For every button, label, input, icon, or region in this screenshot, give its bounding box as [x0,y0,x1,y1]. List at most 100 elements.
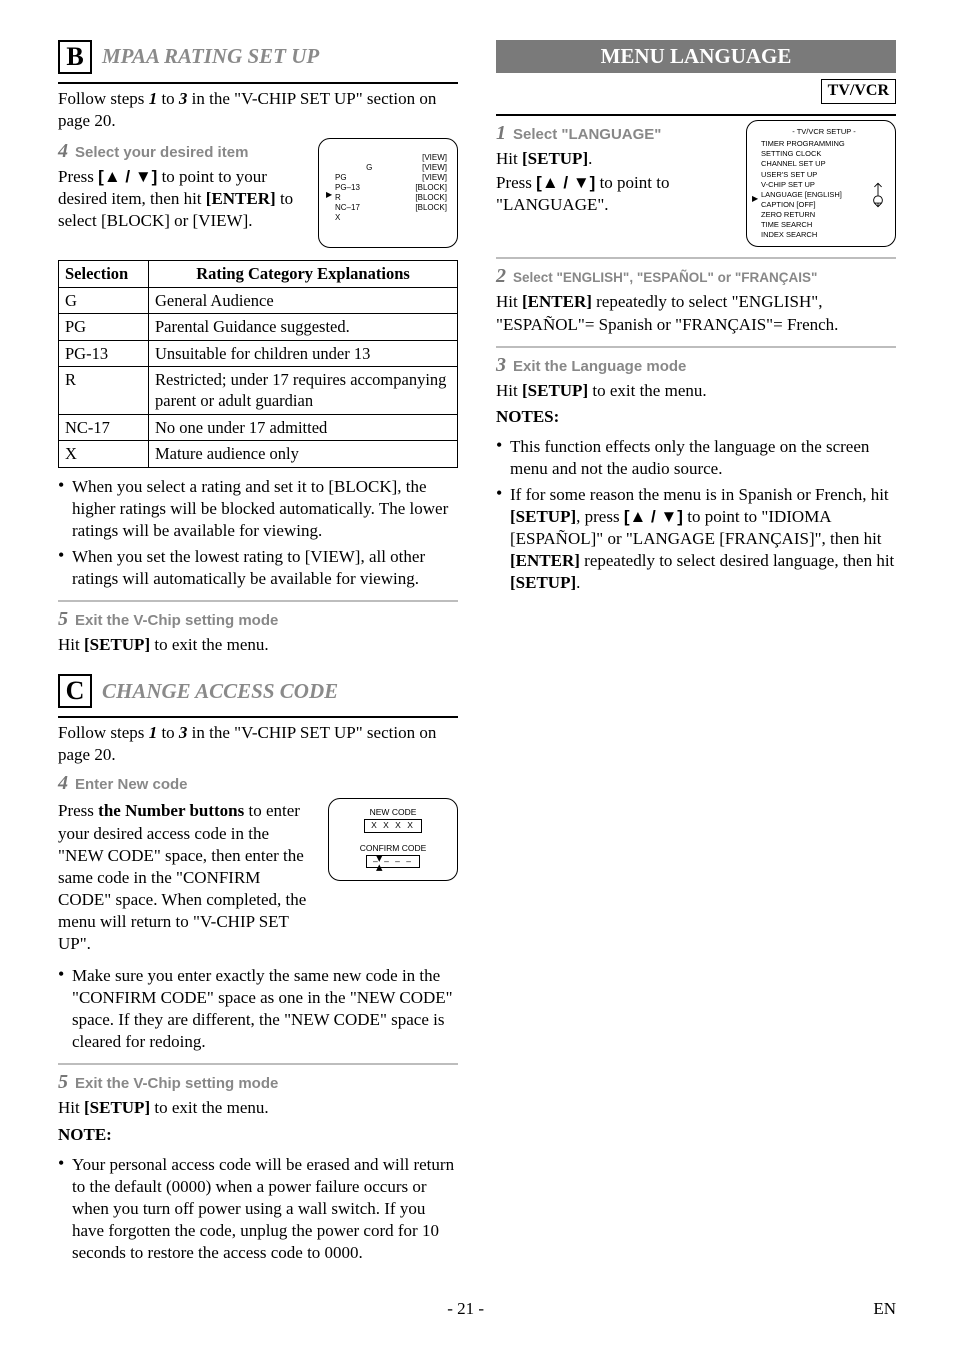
bullet-list: When you select a rating and set it to [… [58,476,458,590]
cell: X [59,441,149,467]
divider [496,346,896,348]
r-step-2-label: 2 Select "ENGLISH", "ESPAÑOL" or "FRANÇA… [496,263,896,289]
section-c-header: C CHANGE ACCESS CODE [58,674,458,708]
step-number: 1 [496,120,506,146]
step-number: 5 [58,1069,68,1095]
cell: PG-13 [59,340,149,366]
step-number: 4 [58,138,68,164]
section-b-title: MPAA RATING SET UP [102,43,319,70]
r-step-2-body: Hit [ENTER] repeatedly to select "ENGLIS… [496,291,896,335]
tvvcr-row: TV/VCR [496,79,896,104]
divider [58,1063,458,1065]
table-row: PGParental Guidance suggested. [59,314,458,340]
page: B MPAA RATING SET UP Follow steps 1 to 3… [58,40,896,1320]
text: . [576,573,580,592]
rating-table: Selection Rating Category Explanations G… [58,260,458,468]
c-step-5-label: 5 Exit the V-Chip setting mode [58,1069,458,1095]
divider [496,257,896,259]
list-item: This function effects only the language … [496,436,896,480]
c-step-4-row: Press the Number buttons to enter your d… [58,798,458,957]
text: If for some reason the menu is in Spanis… [510,485,889,504]
cell: Mature audience only [149,441,458,467]
step-ref: 1 [149,723,158,742]
osd-menu-item: SETTING CLOCK [761,149,887,159]
c-step-4-text: Press the Number buttons to enter your d… [58,798,314,957]
page-footer: - 21 - EN [58,1298,896,1320]
table-header-row: Selection Rating Category Explanations [59,261,458,287]
section-letter-c: C [58,674,92,708]
list-item: Make sure you enter exactly the same new… [58,965,458,1053]
confirm-code-value: ▾ – – – – ▴ [366,855,420,868]
setup-key: [SETUP] [522,149,588,168]
text: Hit [496,149,522,168]
enter-key: [ENTER] [510,551,580,570]
table-row: NC-17No one under 17 admitted [59,414,458,440]
arrow-keys: [▲ / ▼] [536,173,595,192]
osd-menu-item: TIME SEARCH [761,220,887,230]
c-step-5-body: Hit [SETUP] to exit the menu. [58,1097,458,1119]
section-c-intro: Follow steps 1 to 3 in the "V-CHIP SET U… [58,722,458,766]
step-5-body: Hit [SETUP] to exit the menu. [58,634,458,656]
setup-key: [SETUP] [522,381,588,400]
col-explanation: Rating Category Explanations [149,261,458,287]
text: to exit the menu. [150,635,269,654]
text: to exit the menu. [150,1098,269,1117]
enter-key: [ENTER] [206,189,276,208]
r-step-1-body-b: Press [▲ / ▼] to point to "LANGUAGE". [496,172,732,216]
step-caption: Select your desired item [75,143,248,163]
table-row: XMature audience only [59,441,458,467]
list-item: If for some reason the menu is in Spanis… [496,484,896,594]
osd-rating-box: ▶G PG PG–13 R NC–17 X [VIEW] [VIEW] [VIE… [318,138,458,248]
cell: No one under 17 admitted [149,414,458,440]
step-4-label: 4 Select your desired item [58,138,304,164]
enter-key: [ENTER] [522,292,592,311]
text: Hit [58,1098,84,1117]
table-row: GGeneral Audience [59,287,458,313]
text: to exit the menu. [588,381,707,400]
osd-rating-right: [VIEW] [VIEW] [VIEW] [BLOCK] [BLOCK] [BL… [415,153,447,233]
step-4-body: Press [▲ / ▼] to point to your desired i… [58,166,304,232]
osd-menu-item: INDEX SEARCH [761,230,887,240]
step-caption: Select "LANGUAGE" [513,125,661,145]
left-column: B MPAA RATING SET UP Follow steps 1 to 3… [58,40,458,1268]
text: Press [58,801,98,820]
text: Follow steps [58,723,149,742]
osd-menu-title: - TV/VCR SETUP - [761,127,887,137]
cell: Parental Guidance suggested. [149,314,458,340]
step-4-row: 4 Select your desired item Press [▲ / ▼]… [58,138,458,248]
c-step-4-body: Press the Number buttons to enter your d… [58,800,314,955]
r-step-1-row: 1 Select "LANGUAGE" Hit [SETUP]. Press [… [496,120,896,247]
text: Press [496,173,536,192]
bullet-list: Your personal access code will be erased… [58,1154,458,1264]
new-code-label: NEW CODE [339,807,447,818]
notes-heading: NOTES: [496,406,896,428]
cell: G [59,287,149,313]
r-step-3-label: 3 Exit the Language mode [496,352,896,378]
right-column: MENU LANGUAGE TV/VCR 1 Select "LANGUAGE"… [496,40,896,1268]
setup-key: [SETUP] [510,573,576,592]
osd-menu-box: - TV/VCR SETUP - TIMER PROGRAMMING SETTI… [746,120,896,247]
page-number: - 21 - [447,1298,484,1320]
osd-menu-item: ZERO RETURN [761,210,887,220]
list-item: Your personal access code will be erased… [58,1154,458,1264]
osd-text: G PG PG–13 R NC–17 X [335,163,372,222]
step-caption: Exit the V-Chip setting mode [75,611,278,631]
step-number: 2 [496,263,506,289]
osd-menu-item: TIMER PROGRAMMING [761,139,887,149]
footer-code: EN [873,1298,896,1320]
setup-key: [SETUP] [84,635,150,654]
two-columns: B MPAA RATING SET UP Follow steps 1 to 3… [58,40,896,1268]
step-number: 5 [58,606,68,632]
text: Hit [496,381,522,400]
step-caption: Exit the Language mode [513,357,686,377]
cell: PG [59,314,149,340]
col-selection: Selection [59,261,149,287]
step-ref: 1 [149,89,158,108]
osd-menu-item: CHANNEL SET UP [761,159,887,169]
arrow-keys: [▲ / ▼] [98,167,157,186]
cell: General Audience [149,287,458,313]
menu-language-banner: MENU LANGUAGE [496,40,896,73]
cursor-icon: ▶ [752,194,758,205]
step-caption: Select "ENGLISH", "ESPAÑOL" or "FRANÇAIS… [513,269,817,287]
tvvcr-badge: TV/VCR [821,79,896,104]
